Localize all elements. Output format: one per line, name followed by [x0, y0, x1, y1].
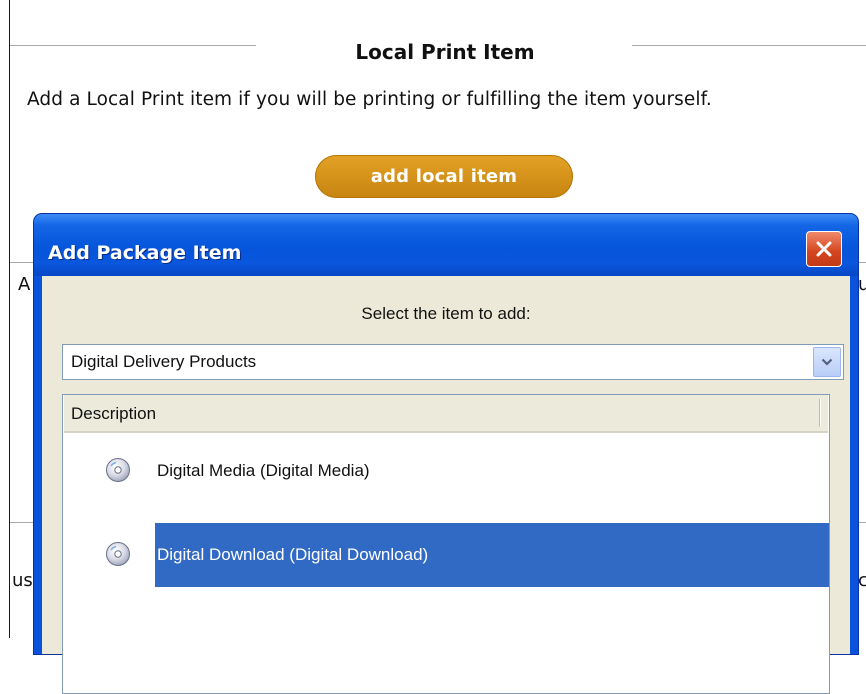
page-left-border [9, 0, 10, 638]
background-text-fragment: u [858, 274, 866, 295]
select-item-label: Select the item to add: [361, 304, 531, 323]
section-description: Add a Local Print item if you will be pr… [27, 89, 712, 110]
background-text-fragment: us [12, 570, 33, 591]
list-item-selected[interactable]: Digital Download (Digital Download) [63, 523, 829, 587]
divider-left-2 [10, 262, 34, 263]
list-item[interactable]: Digital Media (Digital Media) [63, 439, 829, 503]
dialog-titlebar[interactable]: Add Package Item [34, 214, 858, 276]
item-type-select-value: Digital Delivery Products [71, 352, 257, 371]
description-column-label: Description [71, 404, 157, 423]
chevron-down-icon [821, 358, 833, 366]
list-item-label: Digital Download (Digital Download) [155, 523, 829, 587]
add-package-item-dialog: Add Package Item Select the item to add:… [34, 214, 858, 694]
disc-icon [106, 542, 130, 566]
section-divider-right [632, 45, 866, 46]
list-column-header[interactable]: Description [64, 395, 828, 433]
item-list[interactable]: Description Digital Media (Digital Media… [62, 394, 830, 694]
background-text-fragment: c [858, 570, 866, 591]
close-x-icon [816, 241, 832, 257]
column-separator[interactable] [819, 399, 820, 427]
section-title: Local Print Item [355, 40, 535, 64]
dialog-title: Add Package Item [48, 242, 242, 264]
disc-icon [106, 458, 130, 482]
dialog-body: Select the item to add: Digital Delivery… [42, 276, 850, 694]
divider-left-3 [10, 522, 34, 523]
section-divider-left [10, 45, 256, 46]
background-text-fragment: A [18, 274, 31, 295]
add-local-item-button[interactable]: add local item [315, 155, 573, 198]
dropdown-arrow-button[interactable] [813, 347, 841, 377]
list-item-label: Digital Media (Digital Media) [157, 461, 370, 480]
item-type-select[interactable]: Digital Delivery Products [62, 344, 844, 380]
close-button[interactable] [806, 231, 842, 267]
